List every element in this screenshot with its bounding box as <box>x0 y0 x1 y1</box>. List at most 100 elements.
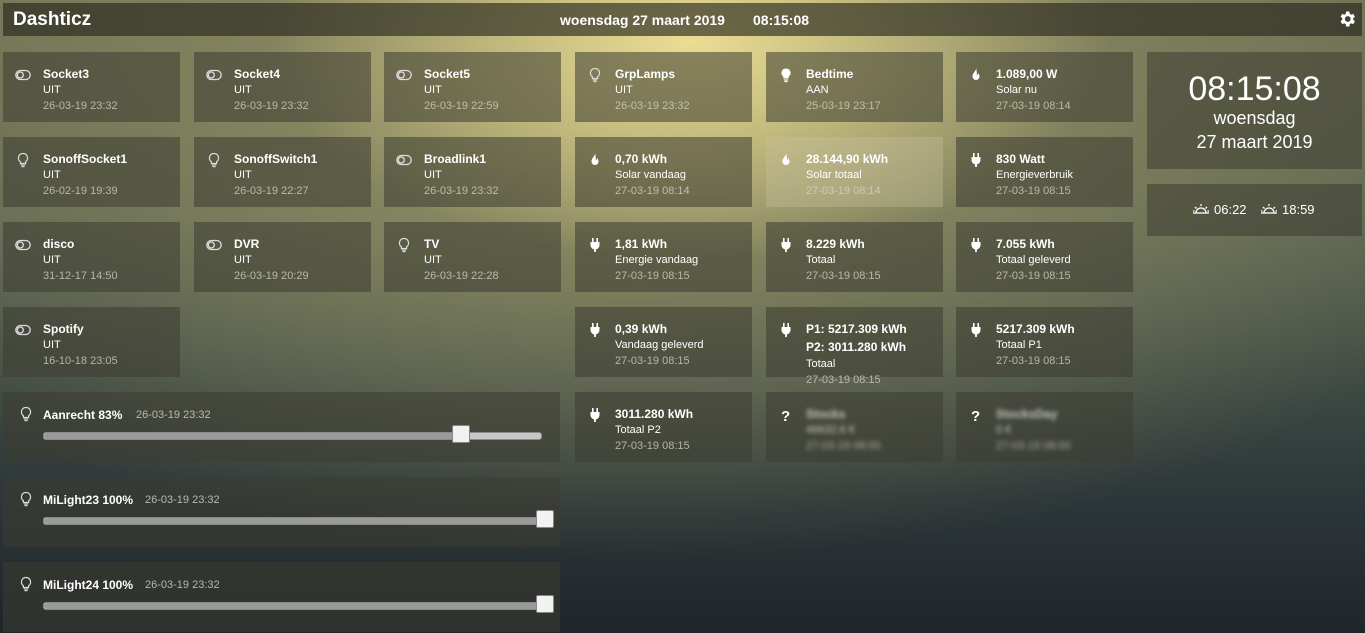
tile-title: 1.089,00 W <box>996 67 1058 81</box>
tile-timestamp: 16-10-18 23:05 <box>43 355 118 367</box>
tile-0-70-kwh[interactable]: 0,70 kWh Solar vandaag 27-03-19 08:14 <box>575 137 752 207</box>
dimmer-title: MiLight23 100% <box>43 493 134 507</box>
clock-date: 27 maart 2019 <box>1196 132 1313 152</box>
tile-disco[interactable]: disco UIT 31-12-17 14:50 <box>3 222 180 292</box>
sunset-icon <box>1261 203 1277 214</box>
tile-timestamp: 27-03-19 08:15 <box>806 374 881 386</box>
sunrise-time: 06:22 <box>1214 202 1247 217</box>
dimmer-slider-handle[interactable] <box>452 425 470 443</box>
tile-sonoffswitch1[interactable]: SonoffSwitch1 UIT 26-03-19 22:27 <box>194 137 371 207</box>
tile-subtitle: Totaal <box>806 358 836 370</box>
dimmer-slider-track[interactable] <box>43 602 554 610</box>
tile-5217-309-kwh[interactable]: 5217.309 kWh Totaal P1 27-03-19 08:15 <box>956 307 1133 377</box>
tile-3011-280-kwh[interactable]: 3011.280 kWh Totaal P2 27-03-19 08:15 <box>575 392 752 462</box>
tile-timestamp: 25-03-19 23:17 <box>806 100 881 112</box>
tile-stocksday[interactable]: ? StocksDay 0 € 27-03-19 08:00 <box>956 392 1133 462</box>
tile-830-watt[interactable]: 830 Watt Energieverbruik 27-03-19 08:15 <box>956 137 1133 207</box>
tile-subtitle: UIT <box>424 169 442 181</box>
tile-timestamp: 26-03-19 22:27 <box>234 185 309 197</box>
dimmer-slider-handle[interactable] <box>536 595 554 613</box>
tile-subtitle: UIT <box>424 84 442 96</box>
toggle-icon <box>15 237 31 253</box>
bulb-icon <box>15 152 31 168</box>
tile-timestamp: 26-03-19 23:32 <box>424 185 499 197</box>
gear-icon[interactable] <box>1337 9 1357 29</box>
tile-title: StocksDay <box>996 407 1058 421</box>
dimmer-slider-handle[interactable] <box>536 510 554 528</box>
dimmer-timestamp: 26-03-19 23:32 <box>136 409 211 421</box>
tile-subtitle: 46632.6 € <box>806 424 855 436</box>
sun-tile: 06:22 18:59 <box>1147 184 1362 236</box>
tile-timestamp: 26-03-19 23:32 <box>615 100 690 112</box>
tile-subtitle: UIT <box>234 254 252 266</box>
tile-grplamps[interactable]: GrpLamps UIT 26-03-19 23:32 <box>575 52 752 122</box>
dimmer-title: Aanrecht 83% <box>43 408 123 422</box>
dimmer-timestamp: 26-03-19 23:32 <box>145 579 220 591</box>
tile-socket4[interactable]: Socket4 UIT 26-03-19 23:32 <box>194 52 371 122</box>
plug-icon <box>778 322 794 338</box>
tile-title: 3011.280 kWh <box>615 407 694 421</box>
toggle-icon <box>396 67 412 83</box>
tile-socket5[interactable]: Socket5 UIT 26-03-19 22:59 <box>384 52 561 122</box>
clock-tile: 08:15:08 woensdag 27 maart 2019 <box>1147 52 1362 169</box>
tile-title: 8.229 kWh <box>806 237 865 251</box>
tile-dvr[interactable]: DVR UIT 26-03-19 20:29 <box>194 222 371 292</box>
svg-text:?: ? <box>781 408 790 423</box>
tile-1-089-00-w[interactable]: 1.089,00 W Solar nu 27-03-19 08:14 <box>956 52 1133 122</box>
tile-28-144-90-kwh[interactable]: 28.144,90 kWh Solar totaal 27-03-19 08:14 <box>766 137 943 207</box>
tile-title: TV <box>424 237 440 251</box>
toggle-icon <box>206 237 222 253</box>
tile-1-81-kwh[interactable]: 1,81 kWh Energie vandaag 27-03-19 08:15 <box>575 222 752 292</box>
question-icon: ? <box>778 407 794 425</box>
tile-subtitle: Solar nu <box>996 84 1037 96</box>
tile-timestamp: 27-03-19 08:15 <box>806 270 881 282</box>
tile-title: Socket4 <box>234 67 281 81</box>
bulb-icon <box>778 67 794 83</box>
tile-timestamp: 26-03-19 23:32 <box>234 100 309 112</box>
tile-timestamp: 27-03-19 08:15 <box>615 440 690 452</box>
dimmer-2: MiLight23 100% 26-03-19 23:32 <box>3 477 560 547</box>
header-time: 08:15:08 <box>753 12 810 28</box>
header-date: woensdag 27 maart 2019 <box>560 12 725 28</box>
plug-icon <box>968 322 984 338</box>
dimmer-slider-fill <box>44 433 457 439</box>
tile-subtitle: UIT <box>43 254 61 266</box>
tile-timestamp: 31-12-17 14:50 <box>43 270 118 282</box>
plug-icon <box>968 152 984 168</box>
tile-title: 0,70 kWh <box>615 152 668 166</box>
sunset: 18:59 <box>1260 202 1315 217</box>
toggle-icon <box>15 67 31 83</box>
tile-stocks[interactable]: ? Stocks 46632.6 € 27-03-19 08:00 <box>766 392 943 462</box>
tile-0-39-kwh[interactable]: 0,39 kWh Vandaag geleverd 27-03-19 08:15 <box>575 307 752 377</box>
tile-title: 28.144,90 kWh <box>806 152 889 166</box>
plug-icon <box>587 237 603 253</box>
bulb-icon <box>18 576 34 592</box>
sunset-time: 18:59 <box>1282 202 1315 217</box>
tile-broadlink1[interactable]: Broadlink1 UIT 26-03-19 23:32 <box>384 137 561 207</box>
tile-8-229-kwh[interactable]: 8.229 kWh Totaal 27-03-19 08:15 <box>766 222 943 292</box>
toggle-icon <box>206 67 222 83</box>
sunrise-icon <box>1193 203 1209 214</box>
tile-tv[interactable]: TV UIT 26-03-19 22:28 <box>384 222 561 292</box>
tile-socket3[interactable]: Socket3 UIT 26-03-19 23:32 <box>3 52 180 122</box>
bulb-icon <box>396 237 412 253</box>
tile-title: SonoffSocket1 <box>43 152 128 166</box>
dimmer-timestamp: 26-03-19 23:32 <box>145 494 220 506</box>
flame-icon <box>968 67 984 83</box>
dimmer-slider-track[interactable] <box>43 517 554 525</box>
clock-day: woensdag <box>1213 108 1296 128</box>
tile-timestamp: 27-03-19 08:14 <box>806 185 881 197</box>
tile-subtitle: 0 € <box>996 424 1012 436</box>
tile-title: Spotify <box>43 322 84 336</box>
tile-bedtime[interactable]: Bedtime AAN 25-03-19 23:17 <box>766 52 943 122</box>
tile-title: Bedtime <box>806 67 854 81</box>
tile-timestamp: 27-03-19 08:00 <box>996 440 1071 452</box>
tile-timestamp: 27-03-19 08:15 <box>615 270 690 282</box>
tile-sonoffsocket1[interactable]: SonoffSocket1 UIT 26-02-19 19:39 <box>3 137 180 207</box>
tile-subtitle: Solar totaal <box>806 169 862 181</box>
plug-icon <box>968 237 984 253</box>
tile-7-055-kwh[interactable]: 7.055 kWh Totaal geleverd 27-03-19 08:15 <box>956 222 1133 292</box>
bulb-icon <box>206 152 222 168</box>
tile-spotify[interactable]: Spotify UIT 16-10-18 23:05 <box>3 307 180 377</box>
tile-p1-5217-309-kwh[interactable]: P1: 5217.309 kWh P2: 3011.280 kWh Totaal 27… <box>766 307 943 386</box>
